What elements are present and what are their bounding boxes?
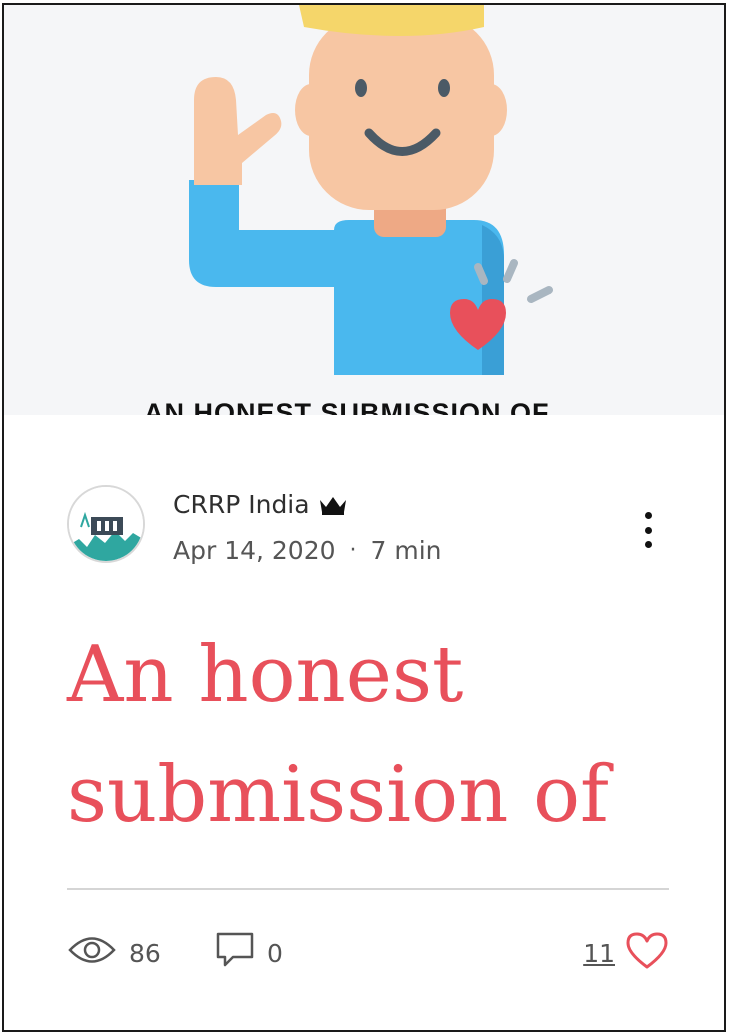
likes-stat: 11 [583,927,669,979]
crown-icon [318,494,348,516]
crrp-logo-image [69,487,143,561]
blog-post-card[interactable]: AN HONEST SUBMISSION OF CRRP India Apr 1… [2,3,726,1032]
comment-count: 0 [267,938,283,968]
post-meta: CRRP India Apr 14, 2020 · 7 min [67,482,667,572]
author-name[interactable]: CRRP India [173,490,310,519]
author-avatar[interactable] [67,485,145,563]
heart-icon[interactable] [625,931,669,976]
views-stat: 86 [67,927,161,979]
eye-icon [67,935,117,971]
meta-separator: · [349,538,357,563]
post-date: Apr 14, 2020 [173,536,336,565]
post-stats: 86 0 11 [67,927,669,979]
view-count: 86 [129,938,161,968]
cover-caption: AN HONEST SUBMISSION OF [144,398,550,415]
waving-person-illustration [4,5,724,415]
like-count[interactable]: 11 [583,939,615,968]
read-time: 7 min [370,536,442,565]
post-title[interactable]: An honest submission of [67,615,687,855]
comment-icon [215,931,255,975]
more-options-icon[interactable] [637,508,659,552]
comments-stat[interactable]: 0 [215,927,283,979]
divider [67,888,669,890]
cover-image[interactable]: AN HONEST SUBMISSION OF [4,5,724,415]
